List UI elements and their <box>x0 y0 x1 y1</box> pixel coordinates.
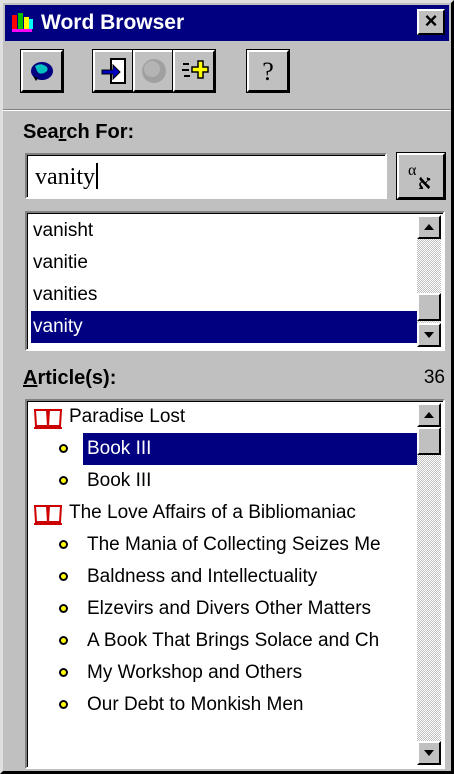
svg-text:?: ? <box>262 57 274 86</box>
bullet-icon <box>59 668 68 677</box>
alphabet-toggle-button[interactable]: α א <box>396 152 446 200</box>
chapter-item[interactable]: A Book That Brings Solace and Ch <box>31 625 421 657</box>
close-icon: × <box>424 8 438 33</box>
svg-text:א: א <box>418 172 431 193</box>
scroll-thumb[interactable] <box>417 293 441 321</box>
chapter-item[interactable]: Baldness and Intellectuality <box>31 561 421 593</box>
question-icon: ? <box>262 57 274 86</box>
word-list[interactable]: vanisht vanitie vanities vanity <box>25 211 445 351</box>
help-button[interactable]: ? <box>246 49 290 93</box>
bullet-icon <box>59 572 68 581</box>
bullet-icon <box>59 540 68 549</box>
text-caret <box>96 163 98 189</box>
chapter-title: Our Debt to Monkish Men <box>87 694 304 715</box>
add-highlight-button[interactable] <box>172 49 216 93</box>
stop-button[interactable] <box>132 49 176 93</box>
chapter-item[interactable]: Book III <box>31 465 421 497</box>
chapter-item[interactable]: The Mania of Collecting Seizes Me <box>31 529 421 561</box>
down-arrow-icon <box>424 332 434 338</box>
title-bar[interactable]: Word Browser × <box>5 5 449 41</box>
close-button[interactable]: × <box>417 9 445 35</box>
toolbar: ? <box>9 46 449 102</box>
bullet-icon <box>59 700 68 709</box>
word-browser-window: Word Browser × ? Search For: vanity α א … <box>0 0 454 774</box>
search-input-value: vanity <box>35 164 95 190</box>
scroll-down-button[interactable] <box>417 741 441 765</box>
bullet-icon <box>59 444 68 453</box>
alpha-aleph-icon: α א <box>408 162 431 193</box>
articles-scrollbar[interactable] <box>417 403 441 765</box>
scroll-up-button[interactable] <box>417 215 441 239</box>
chapter-title: My Workshop and Others <box>87 662 303 683</box>
app-icon <box>12 13 33 32</box>
chapter-item[interactable]: My Workshop and Others <box>31 657 421 689</box>
bullet-icon <box>59 636 68 645</box>
word-list-item[interactable]: vanisht <box>31 215 417 247</box>
chapter-item[interactable]: Elzevirs and Divers Other Matters <box>31 593 421 625</box>
globe-icon <box>31 62 53 81</box>
articles-label: Article(s): <box>23 367 117 389</box>
go-back-button[interactable] <box>92 49 136 93</box>
bullet-icon <box>59 604 68 613</box>
scroll-down-button[interactable] <box>417 323 441 347</box>
search-for-label: Search For: <box>23 121 135 143</box>
svg-text:α: α <box>408 162 417 179</box>
arrow-into-page-icon <box>101 58 126 84</box>
toolbar-separator <box>3 109 451 111</box>
chapter-title: Elzevirs and Divers Other Matters <box>87 598 372 619</box>
down-arrow-icon <box>424 750 434 756</box>
book-item[interactable]: The Love Affairs of a Bibliomaniac <box>31 497 421 529</box>
articles-list[interactable]: Paradise Lost Book III Book III The Love… <box>25 399 445 769</box>
book-title: Paradise Lost <box>69 406 186 427</box>
book-item[interactable]: Paradise Lost <box>31 401 421 433</box>
chapter-title: A Book That Brings Solace and Ch <box>87 630 380 651</box>
chapter-title: Book III <box>87 470 152 491</box>
bullet-icon <box>59 476 68 485</box>
chapter-item[interactable]: Our Debt to Monkish Men <box>31 689 421 721</box>
chapter-title: Book III <box>83 433 417 465</box>
book-icon <box>33 505 63 525</box>
word-list-item[interactable]: vanitie <box>31 247 417 279</box>
globe-lookup-button[interactable] <box>20 49 64 93</box>
up-arrow-icon <box>424 224 434 230</box>
search-input[interactable]: vanity <box>25 153 387 199</box>
word-list-item-selected[interactable]: vanity <box>31 311 417 343</box>
window-title: Word Browser <box>41 11 185 34</box>
scroll-up-button[interactable] <box>417 403 441 427</box>
gray-circle-icon <box>142 59 166 83</box>
word-list-item[interactable]: vanities <box>31 279 417 311</box>
articles-count: 36 <box>423 367 445 388</box>
chapter-item-selected[interactable]: Book III <box>31 433 421 465</box>
book-icon <box>33 409 63 429</box>
star-plus-icon <box>182 60 209 79</box>
chapter-title: Baldness and Intellectuality <box>87 566 318 587</box>
chapter-title: The Mania of Collecting Seizes Me <box>87 534 381 555</box>
book-title: The Love Affairs of a Bibliomaniac <box>69 502 356 523</box>
word-list-scrollbar[interactable] <box>417 215 441 347</box>
scroll-thumb[interactable] <box>417 427 441 455</box>
up-arrow-icon <box>424 412 434 418</box>
